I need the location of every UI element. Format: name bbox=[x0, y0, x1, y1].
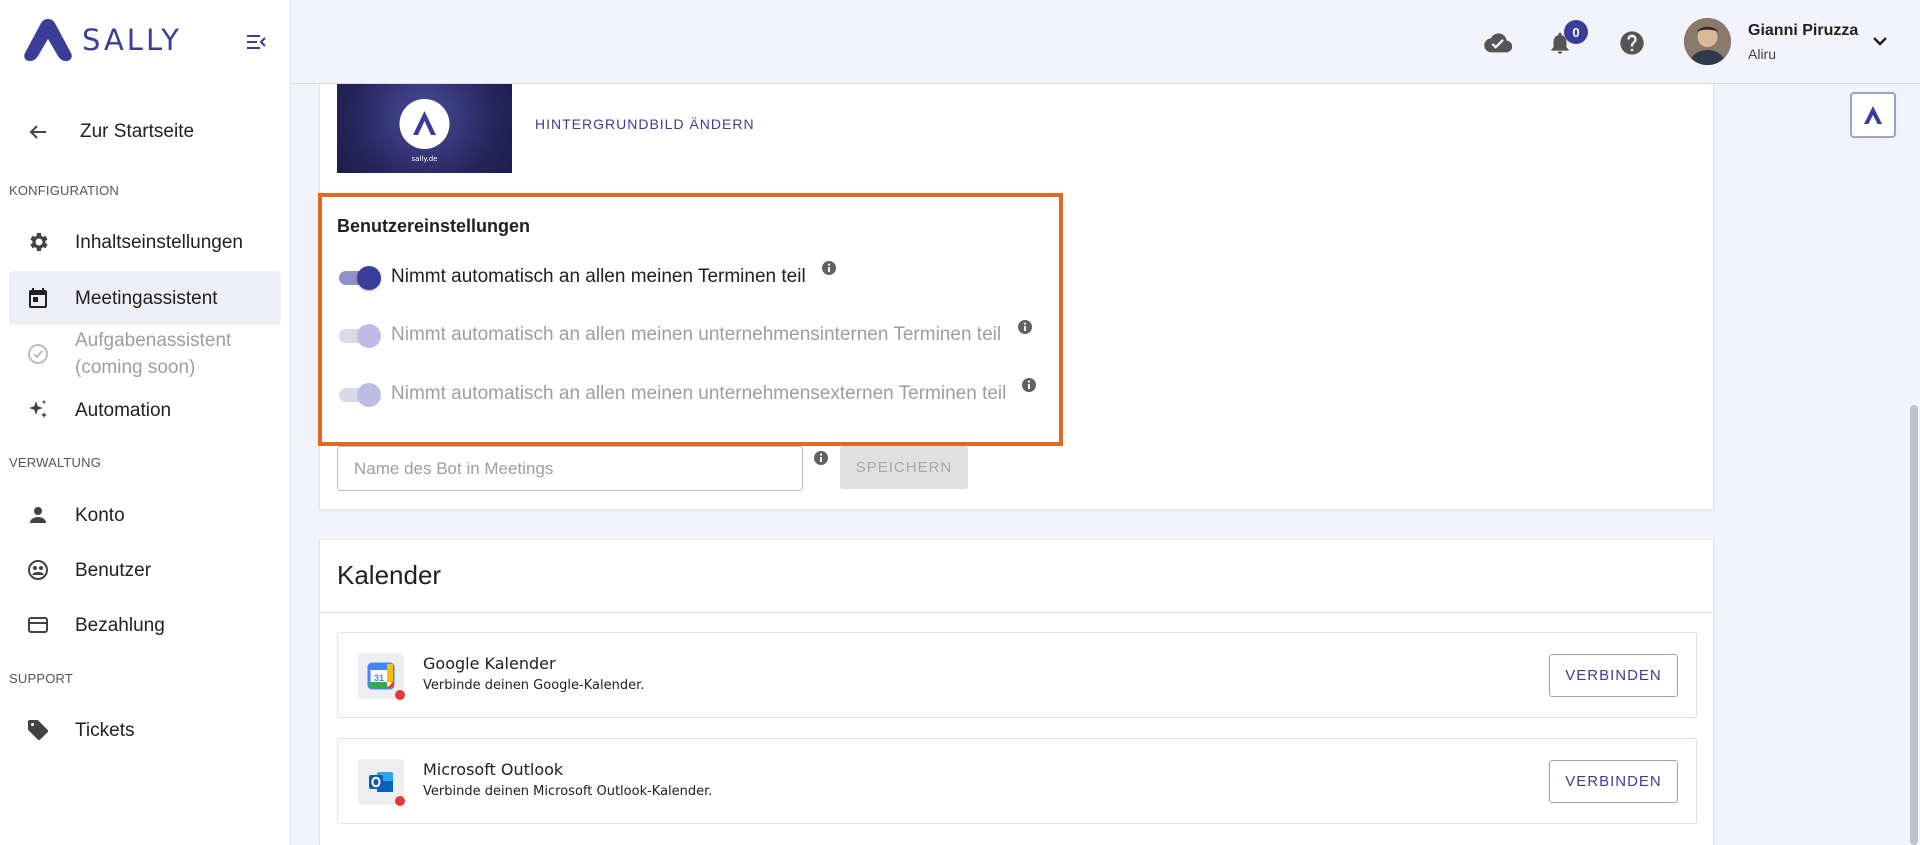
topbar: 0 Gianni Piruzza Aliru bbox=[292, 0, 1920, 84]
connect-google-button[interactable]: VERBINDEN bbox=[1549, 654, 1678, 697]
users-icon bbox=[25, 557, 51, 583]
credit-card-icon bbox=[25, 612, 51, 638]
chevron-down-icon bbox=[1873, 37, 1887, 46]
sidebar-item-konto[interactable]: Konto bbox=[9, 488, 281, 542]
provider-name: Microsoft Outlook bbox=[423, 760, 564, 779]
sidebar-item-aufgabenassistent: Aufgabenassistent (coming soon) bbox=[9, 327, 281, 381]
sally-logo-icon bbox=[24, 19, 72, 61]
cloud-sync-button[interactable] bbox=[1484, 29, 1512, 57]
provider-description: Verbinde deinen Google-Kalender. bbox=[423, 678, 645, 693]
sidebar-item-automation[interactable]: Automation bbox=[9, 383, 281, 437]
toggle-thumb bbox=[357, 383, 381, 407]
sally-logo-preview: sally.de bbox=[399, 99, 450, 163]
toggle-row-all-meetings: Nimmt automatisch an allen meinen Termin… bbox=[337, 262, 806, 292]
info-icon[interactable] bbox=[1017, 319, 1033, 335]
sidebar-item-tickets[interactable]: Tickets bbox=[9, 703, 281, 757]
sidebar-item-label: Aufgabenassistent (coming soon) bbox=[75, 330, 232, 378]
toggle-row-external-meetings: Nimmt automatisch an allen meinen untern… bbox=[337, 379, 1006, 409]
auto-join-external-label: Nimmt automatisch an allen meinen untern… bbox=[391, 383, 1007, 404]
sidebar-item-benutzer[interactable]: Benutzer bbox=[9, 543, 281, 597]
help-icon bbox=[1620, 31, 1644, 55]
auto-join-all-label: Nimmt automatisch an allen meinen Termin… bbox=[391, 266, 806, 287]
info-icon[interactable] bbox=[1021, 377, 1037, 393]
back-to-home-label: Zur Startseite bbox=[80, 121, 195, 142]
google-calendar-logo: 31 bbox=[367, 662, 395, 690]
bot-name-input[interactable] bbox=[337, 446, 803, 491]
user-menu-toggle[interactable] bbox=[1868, 29, 1892, 53]
sidebar-item-label: Inhaltseinstellungen bbox=[75, 231, 243, 253]
connect-outlook-button[interactable]: VERBINDEN bbox=[1549, 760, 1678, 803]
brand-name: SALLY bbox=[82, 23, 182, 57]
google-calendar-icon: 31 bbox=[358, 653, 405, 700]
change-background-button[interactable]: HINTERGRUNDBILD ÄNDERN bbox=[535, 116, 755, 132]
sidebar-item-label: Tickets bbox=[75, 719, 135, 741]
calendar-divider bbox=[319, 612, 1714, 613]
check-circle-icon bbox=[25, 341, 51, 367]
auto-join-all-toggle[interactable] bbox=[337, 265, 383, 290]
back-to-home-link[interactable]: Zur Startseite bbox=[26, 118, 194, 146]
calendar-provider-outlook: Microsoft Outlook Verbinde deinen Micros… bbox=[337, 738, 1697, 824]
sparkle-icon bbox=[25, 397, 51, 423]
sidebar-item-label: Meetingassistent bbox=[75, 287, 218, 309]
thumb-caption: sally.de bbox=[412, 155, 438, 163]
gear-icon bbox=[25, 229, 51, 255]
user-name[interactable]: Gianni Piruzza bbox=[1748, 22, 1858, 40]
tag-icon bbox=[25, 717, 51, 743]
section-label-verwaltung: VERWALTUNG bbox=[9, 455, 102, 470]
notification-count-badge: 0 bbox=[1564, 20, 1588, 44]
sidebar-item-label: Bezahlung bbox=[75, 614, 165, 636]
info-icon[interactable] bbox=[813, 450, 829, 466]
sidebar-item-meetingassistent[interactable]: Meetingassistent bbox=[9, 271, 281, 325]
sally-logo-icon bbox=[1864, 106, 1882, 124]
sidebar-item-bezahlung[interactable]: Bezahlung bbox=[9, 598, 281, 652]
section-label-konfiguration: KONFIGURATION bbox=[9, 183, 119, 198]
calendar-provider-google: 31 Google Kalender Verbinde deinen Googl… bbox=[337, 632, 1697, 718]
section-label-support: SUPPORT bbox=[9, 671, 74, 686]
provider-description: Verbinde deinen Microsoft Outlook-Kalend… bbox=[423, 784, 713, 799]
status-dot-disconnected bbox=[395, 796, 405, 806]
auto-join-internal-toggle bbox=[337, 323, 383, 348]
background-image-preview: sally.de bbox=[337, 84, 512, 173]
sally-logo[interactable]: SALLY bbox=[22, 17, 182, 63]
sidebar-item-label: Automation bbox=[75, 399, 172, 421]
arrow-left-icon bbox=[29, 125, 46, 139]
menu-collapse-icon bbox=[247, 35, 266, 49]
auto-join-external-toggle bbox=[337, 382, 383, 407]
info-icon[interactable] bbox=[821, 260, 837, 276]
collapse-sidebar-button[interactable] bbox=[244, 30, 268, 54]
outlook-icon bbox=[358, 759, 405, 806]
save-bot-name-button[interactable]: SPEICHERN bbox=[840, 446, 968, 489]
cloud-check-icon bbox=[1484, 33, 1512, 53]
status-dot-disconnected bbox=[395, 690, 405, 700]
help-button[interactable] bbox=[1618, 29, 1646, 57]
provider-name: Google Kalender bbox=[423, 654, 556, 673]
person-icon bbox=[25, 502, 51, 528]
user-organization: Aliru bbox=[1748, 46, 1777, 62]
toggle-row-internal-meetings: Nimmt automatisch an allen meinen untern… bbox=[337, 320, 1001, 350]
page-scrollbar[interactable] bbox=[1910, 405, 1918, 845]
auto-join-internal-label: Nimmt automatisch an allen meinen untern… bbox=[391, 324, 1002, 345]
toggle-thumb bbox=[357, 266, 381, 290]
user-settings-title: Benutzereinstellungen bbox=[337, 216, 531, 236]
sally-assistant-button[interactable] bbox=[1850, 92, 1896, 138]
sidebar-item-label: Benutzer bbox=[75, 559, 152, 581]
calendar-icon bbox=[25, 285, 51, 311]
svg-text:31: 31 bbox=[374, 673, 384, 683]
avatar-image bbox=[1684, 18, 1731, 65]
sidebar-item-label: Konto bbox=[75, 504, 125, 526]
sidebar-item-inhaltseinstellungen[interactable]: Inhaltseinstellungen bbox=[9, 215, 281, 269]
sidebar: SALLY Zur Startseite KONFIGURATION Inhal… bbox=[0, 0, 291, 845]
calendar-title: Kalender bbox=[337, 560, 442, 590]
outlook-logo bbox=[369, 772, 393, 792]
user-avatar[interactable] bbox=[1684, 18, 1731, 65]
toggle-thumb bbox=[357, 324, 381, 348]
